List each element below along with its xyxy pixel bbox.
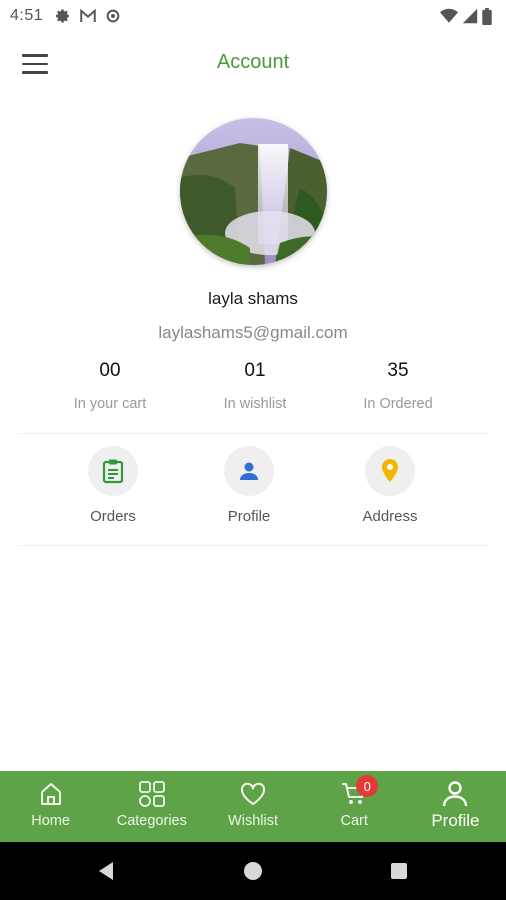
recents-square-icon	[391, 863, 407, 879]
home-circle-icon	[244, 862, 262, 880]
settings-icon	[56, 9, 70, 23]
system-nav-bar	[0, 842, 506, 900]
waterfall-photo	[180, 118, 327, 265]
app-bar: Account	[0, 32, 506, 96]
stat-wishlist-value: 01	[244, 360, 266, 381]
stats-row: 00 In your cart 01 In wishlist 35 In Ord…	[0, 360, 506, 420]
nav-cart[interactable]: 0 Cart	[304, 771, 405, 842]
stat-cart[interactable]: 00 In your cart	[30, 360, 190, 412]
home-system-button[interactable]	[223, 842, 283, 900]
nav-wishlist-label: Wishlist	[228, 813, 278, 829]
profile-button[interactable]: Profile	[179, 446, 319, 525]
nav-cart-label: Cart	[340, 813, 368, 829]
stat-wishlist[interactable]: 01 In wishlist	[175, 360, 335, 412]
shortcuts-row: Orders Profile Address	[0, 446, 506, 536]
back-button[interactable]	[76, 842, 136, 900]
orders-label: Orders	[90, 508, 136, 525]
signal-icon	[462, 8, 478, 24]
address-button[interactable]: Address	[320, 446, 460, 525]
status-left-icons	[55, 8, 121, 24]
stat-cart-label: In your cart	[73, 396, 147, 412]
divider	[18, 545, 488, 546]
nav-home-label: Home	[31, 813, 70, 829]
battery-icon	[482, 7, 492, 25]
stat-cart-value: 00	[99, 360, 121, 381]
stat-ordered-label: In Ordered	[363, 396, 433, 412]
bottom-nav: Home Categories Wishlist 0 Cart Profile	[0, 771, 506, 842]
status-time: 4:51	[10, 7, 44, 24]
clipboard-icon	[102, 459, 124, 484]
categories-icon	[138, 781, 165, 807]
orders-button[interactable]: Orders	[43, 446, 183, 525]
wifi-icon	[440, 8, 458, 23]
user-email: laylashams5@gmail.com	[158, 323, 348, 342]
stat-ordered[interactable]: 35 In Ordered	[318, 360, 478, 412]
cart-badge: 0	[356, 775, 379, 797]
nav-wishlist[interactable]: Wishlist	[202, 771, 303, 842]
heart-icon	[240, 782, 266, 805]
settings-icon	[106, 9, 120, 23]
profile-label: Profile	[227, 508, 271, 525]
avatar[interactable]	[180, 118, 327, 265]
status-right-icons	[440, 7, 492, 25]
stat-wishlist-label: In wishlist	[223, 396, 287, 412]
user-name: layla shams	[208, 289, 298, 308]
person-icon	[240, 462, 258, 480]
page-title: Account	[216, 51, 290, 73]
status-bar: 4:51	[0, 0, 506, 32]
nav-categories[interactable]: Categories	[101, 771, 202, 842]
recents-button[interactable]	[369, 842, 429, 900]
divider	[18, 433, 488, 434]
nav-categories-label: Categories	[116, 813, 187, 829]
stat-ordered-value: 35	[387, 360, 409, 381]
home-icon	[40, 783, 61, 805]
nav-profile[interactable]: Profile	[405, 771, 506, 842]
nav-profile-label: Profile	[431, 811, 480, 830]
nav-home[interactable]: Home	[0, 771, 101, 842]
back-triangle-icon	[99, 862, 113, 880]
address-label: Address	[362, 508, 418, 525]
profile-icon	[443, 781, 468, 807]
gmail-icon	[80, 8, 96, 22]
location-pin-icon	[382, 459, 398, 482]
